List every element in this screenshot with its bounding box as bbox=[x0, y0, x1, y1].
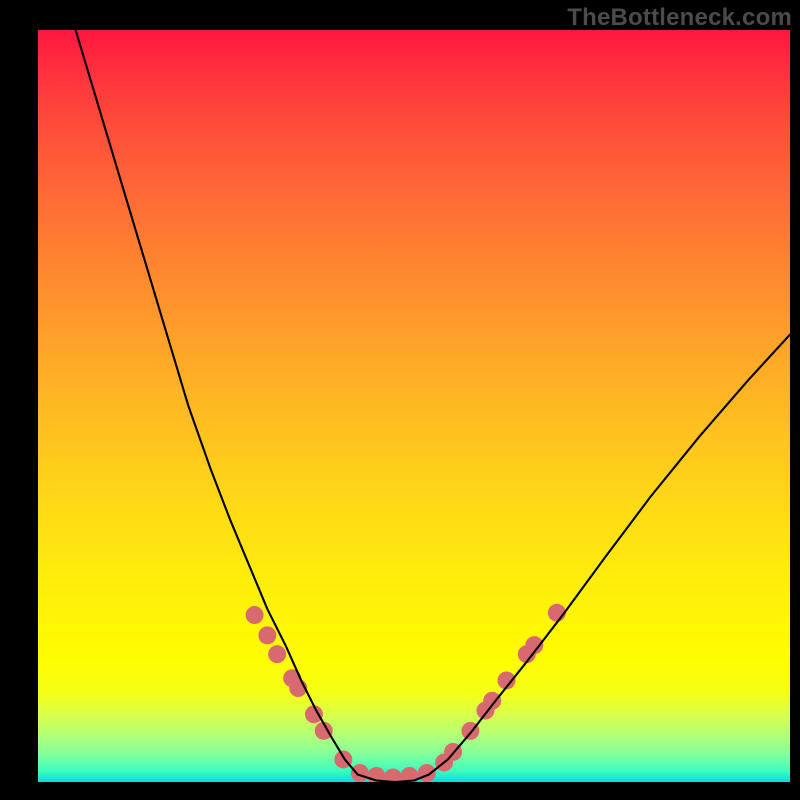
curve-marker bbox=[246, 606, 264, 624]
chart-frame: TheBottleneck.com bbox=[0, 0, 800, 800]
curve-marker bbox=[483, 692, 501, 710]
chart-overlay bbox=[38, 30, 790, 782]
curve-marker bbox=[384, 768, 402, 782]
curve-marker bbox=[351, 764, 369, 782]
curve-marker bbox=[258, 626, 276, 644]
curve-marker bbox=[268, 645, 286, 663]
bottleneck-curve bbox=[76, 30, 790, 782]
markers-group bbox=[246, 604, 566, 782]
plot-area bbox=[38, 30, 790, 782]
attribution-label: TheBottleneck.com bbox=[567, 4, 792, 32]
curve-marker bbox=[418, 764, 436, 782]
